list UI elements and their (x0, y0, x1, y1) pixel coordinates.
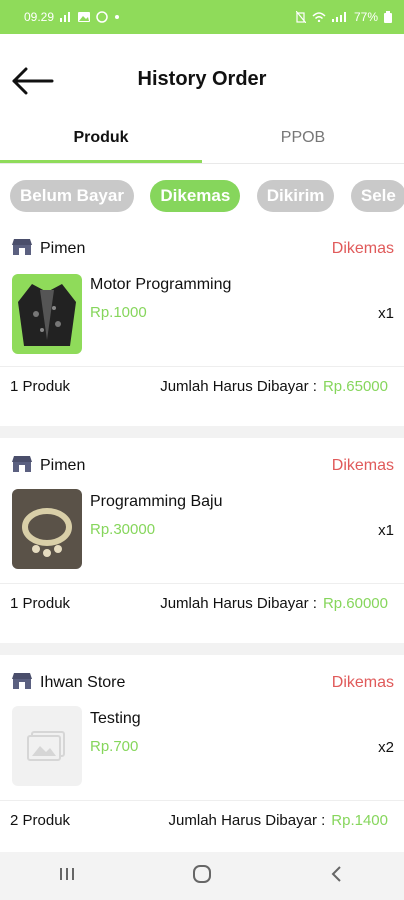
total-label: Jumlah Harus Dibayar : (168, 812, 326, 829)
filter-dikemas[interactable]: Dikemas (150, 180, 241, 212)
status-time: 09.29 (24, 10, 55, 24)
product-name: Testing (90, 710, 141, 727)
dot-icon (114, 14, 120, 20)
divider (0, 366, 404, 367)
filter-selesai[interactable]: Sele (350, 180, 404, 212)
image-placeholder-icon (27, 731, 65, 761)
page-title: History Order (137, 68, 267, 90)
total-amount: Rp.60000 (322, 595, 388, 612)
tab-divider (0, 163, 404, 164)
app-header: History Order (0, 34, 404, 128)
total-amount: Rp.1400 (331, 812, 388, 829)
total-label: Jumlah Harus Dibayar : (160, 378, 317, 395)
order-status: Dikemas (331, 457, 394, 474)
product-qty: x2 (378, 739, 394, 756)
store-name: Ihwan Store (40, 674, 126, 691)
mute-icon (295, 11, 306, 23)
product-image (12, 706, 82, 786)
order-card[interactable]: Pimen Dikemas Programming Baju Rp.30000 … (0, 443, 404, 643)
order-card[interactable]: Ihwan Store Dikemas Testing Rp.700 x2 2 … (0, 660, 404, 852)
store-icon (10, 671, 34, 696)
product-count: 1 Produk (10, 595, 71, 612)
store-name: Pimen (40, 457, 86, 474)
tab-bar: Produk PPOB (0, 118, 404, 166)
recent-apps-button[interactable] (57, 866, 77, 887)
battery-percent: 77% (353, 10, 378, 24)
gallery-icon (78, 12, 91, 22)
filter-dikirim[interactable]: Dikirim (256, 180, 335, 212)
product-qty: x1 (378, 305, 394, 322)
order-card[interactable]: Pimen Dikemas Motor Programming Rp.1000 … (0, 226, 404, 426)
filter-belum-bayar[interactable]: Belum Bayar (10, 180, 134, 212)
order-total: Jumlah Harus Dibayar : Rp.60000 (160, 595, 388, 612)
product-image (12, 489, 82, 569)
divider (0, 583, 404, 584)
product-count: 2 Produk (10, 812, 71, 829)
product-name: Programming Baju (90, 493, 223, 510)
system-back-button[interactable] (327, 864, 347, 889)
product-qty: x1 (378, 522, 394, 539)
cell-signal-icon (331, 12, 348, 22)
card-separator (0, 643, 404, 655)
store-row: Ihwan Store Dikemas (10, 670, 394, 696)
total-label: Jumlah Harus Dibayar : (160, 595, 317, 612)
jacket-image (18, 284, 76, 346)
order-total: Jumlah Harus Dibayar : Rp.65000 (160, 378, 388, 395)
status-bar: 09.29 77% (0, 0, 404, 34)
product-image (12, 274, 82, 354)
store-icon (10, 237, 34, 262)
order-status: Dikemas (331, 240, 394, 257)
product-price: Rp.700 (90, 738, 139, 755)
product-name: Motor Programming (90, 276, 232, 293)
signal-icon (60, 12, 72, 22)
product-price: Rp.30000 (90, 521, 156, 538)
status-filter-bar: Belum Bayar Dikemas Dikirim Sele (10, 180, 404, 216)
order-status: Dikemas (331, 674, 394, 691)
system-nav-bar (0, 852, 404, 900)
battery-icon (384, 11, 392, 23)
recent-apps-icon (60, 867, 75, 880)
whatsapp-icon (96, 11, 108, 23)
chevron-left-icon (331, 865, 341, 882)
product-price: Rp.1000 (90, 304, 147, 321)
tab-produk[interactable]: Produk (0, 118, 202, 166)
order-total: Jumlah Harus Dibayar : Rp.1400 (169, 812, 388, 829)
home-button[interactable] (192, 864, 212, 889)
card-separator (0, 426, 404, 438)
divider (0, 800, 404, 801)
store-row: Pimen Dikemas (10, 236, 394, 262)
home-icon (192, 864, 211, 883)
store-icon (10, 454, 34, 479)
product-count: 1 Produk (10, 378, 71, 395)
total-amount: Rp.65000 (322, 378, 388, 395)
store-row: Pimen Dikemas (10, 453, 394, 479)
wifi-icon (312, 12, 326, 22)
store-name: Pimen (40, 240, 86, 257)
jewelry-image (22, 508, 72, 557)
tab-ppob[interactable]: PPOB (202, 118, 404, 166)
